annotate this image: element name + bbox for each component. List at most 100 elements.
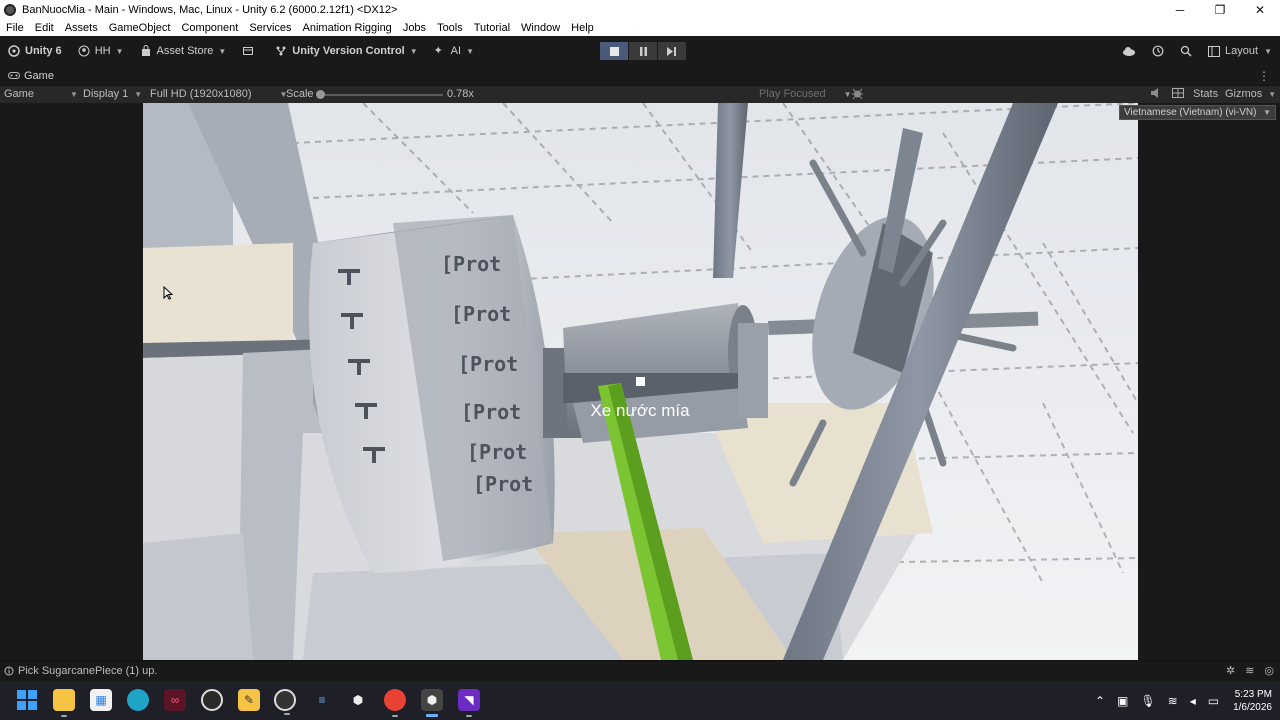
package-icon	[243, 47, 254, 55]
stats-grid-button[interactable]	[1172, 88, 1184, 98]
chevron-down-icon: ▼	[218, 46, 227, 56]
resolution-label: Full HD (1920x1080)	[150, 88, 252, 100]
pause-button[interactable]	[629, 42, 657, 60]
obs-icon[interactable]	[274, 689, 296, 715]
system-clock[interactable]: 5:23 PM 1/6/2026	[1233, 688, 1272, 714]
minimize-button[interactable]: ─	[1160, 0, 1200, 20]
cache-server-icon[interactable]: ≋	[1245, 664, 1254, 677]
battery-icon[interactable]: ▭	[1208, 694, 1219, 708]
prototype-label: [Prot	[441, 252, 501, 276]
locale-dropdown[interactable]: Vietnamese (Vietnam) (vi-VN) ▼	[1119, 105, 1276, 120]
ai-dropdown[interactable]: ✦ AI ▼	[426, 45, 482, 57]
chevron-down-icon: ▼	[69, 89, 78, 99]
microphone-icon[interactable]: 🎙	[1140, 694, 1155, 708]
progress-check-icon[interactable]: ◎	[1264, 664, 1274, 677]
chevron-down-icon: ▼	[409, 46, 418, 56]
pause-icon	[639, 46, 647, 56]
view-mode-dropdown[interactable]: Game ▼	[4, 88, 78, 100]
close-button[interactable]: ✕	[1240, 0, 1280, 20]
app-icon[interactable]: ∞	[164, 689, 186, 711]
asset-store-label: Asset Store	[156, 45, 214, 57]
menu-component[interactable]: Component	[181, 22, 238, 34]
shopping-bag-icon	[141, 45, 150, 56]
menu-services[interactable]: Services	[249, 22, 291, 34]
view-mode-label: Game	[4, 88, 34, 100]
game-viewport[interactable]: [Prot [Prot [Prot [Prot [Prot [Prot Xe n…	[143, 103, 1138, 660]
menu-edit[interactable]: Edit	[35, 22, 54, 34]
notes-icon[interactable]: ✎	[238, 689, 260, 711]
menu-tutorial[interactable]: Tutorial	[474, 22, 510, 34]
step-button[interactable]	[658, 42, 686, 60]
version-control-dropdown[interactable]: Unity Version Control ▼	[267, 45, 425, 57]
user-icon	[78, 45, 90, 57]
wifi-icon[interactable]: ≋	[1168, 694, 1178, 708]
gizmos-dropdown[interactable]: Gizmos ▼	[1225, 88, 1276, 100]
display-dropdown[interactable]: Display 1 ▼	[83, 88, 142, 100]
status-bar: Pick SugarcanePiece (1) up. ✲ ≋ ◎	[0, 660, 1280, 681]
prototype-label: [Prot	[467, 440, 527, 464]
unity-account-button[interactable]: Unity 6	[0, 45, 70, 57]
scale-slider-handle[interactable]	[316, 90, 325, 99]
package-manager-button[interactable]	[234, 45, 267, 57]
game-view-tab-row: Game ⋮	[0, 66, 1280, 86]
version-control-label: Unity Version Control	[292, 45, 405, 57]
prototype-label: [Prot	[458, 352, 518, 376]
play-button[interactable]	[600, 42, 628, 60]
visual-studio-icon[interactable]: ◥	[458, 689, 480, 717]
menu-gameobject[interactable]: GameObject	[109, 22, 171, 34]
menu-tools[interactable]: Tools	[437, 22, 463, 34]
stats-button[interactable]: Stats	[1193, 88, 1218, 100]
menu-file[interactable]: File	[6, 22, 24, 34]
more-options-icon[interactable]: ⋮	[1258, 69, 1270, 83]
chevron-up-icon[interactable]: ⌃	[1095, 694, 1105, 708]
resolution-dropdown[interactable]: Full HD (1920x1080) ▼	[150, 88, 287, 100]
system-tray: ⌃ ▣ 🎙 ≋ ◂ ▭ 5:23 PM 1/6/2026	[1083, 681, 1272, 720]
menu-assets[interactable]: Assets	[65, 22, 98, 34]
prototype-label: [Prot	[473, 472, 533, 496]
account-dropdown[interactable]: HH ▼	[70, 45, 132, 57]
stop-icon	[609, 46, 619, 56]
edge-icon[interactable]	[127, 689, 149, 711]
play-mode-dropdown[interactable]: Play Focused ▼	[759, 88, 852, 100]
chrome-icon[interactable]	[384, 689, 406, 717]
step-icon	[667, 46, 676, 56]
unity-hub-icon[interactable]	[201, 689, 223, 711]
visual-studio-code-icon[interactable]: ≡	[311, 689, 333, 711]
locale-label: Vietnamese (Vietnam) (vi-VN)	[1124, 107, 1257, 118]
maximize-view-button[interactable]	[1150, 87, 1162, 99]
prototype-label: [Prot	[451, 302, 511, 326]
history-button[interactable]	[1152, 45, 1164, 57]
unity-icon[interactable]: ⬢	[347, 689, 369, 711]
restore-button[interactable]: ❐	[1200, 0, 1240, 20]
layout-dropdown[interactable]: Layout ▼	[1208, 45, 1272, 57]
volume-icon[interactable]: ◂	[1190, 694, 1196, 708]
debug-icon[interactable]: ✲	[1226, 664, 1235, 677]
unity-editor-icon[interactable]: ⬢	[421, 689, 443, 717]
keyboard-layout-icon[interactable]: ▣	[1117, 694, 1128, 708]
unity-logo-icon	[8, 45, 20, 57]
file-explorer-icon[interactable]	[53, 689, 75, 717]
interaction-prompt: Xe nước mía	[590, 401, 690, 420]
menu-animation-rigging[interactable]: Animation Rigging	[303, 22, 392, 34]
account-label: HH	[94, 45, 111, 57]
windows-start-icon[interactable]	[16, 689, 38, 711]
store-icon[interactable]: ▦	[90, 689, 112, 711]
unity-app-icon	[4, 4, 16, 16]
layout-label: Layout	[1225, 45, 1259, 57]
tab-game[interactable]: Game	[8, 70, 54, 82]
window-title-bar: BanNuocMia - Main - Windows, Mac, Linux …	[0, 0, 1280, 20]
menu-jobs[interactable]: Jobs	[403, 22, 426, 34]
chevron-down-icon: ▼	[115, 46, 124, 56]
scale-slider-track[interactable]	[318, 94, 443, 96]
main-toolbar: Unity 6 HH ▼ Asset Store ▼ Unity Version…	[0, 36, 1280, 66]
search-button[interactable]	[1180, 45, 1192, 57]
asset-store-dropdown[interactable]: Asset Store ▼	[132, 45, 235, 57]
os-taskbar: ▦ ∞ ✎ ≡ ⬢ ⬢ ◥ ⌃ ▣ 🎙 ≋ ◂ ▭ 5:23 PM 1/6/20…	[0, 681, 1280, 720]
version-control-icon	[276, 46, 286, 56]
speaker-icon	[1151, 88, 1158, 98]
mute-audio-button[interactable]	[851, 87, 864, 100]
menu-bar: File Edit Assets GameObject Component Se…	[0, 20, 1280, 36]
cloud-button[interactable]	[1122, 46, 1136, 56]
menu-help[interactable]: Help	[571, 22, 594, 34]
menu-window[interactable]: Window	[521, 22, 560, 34]
